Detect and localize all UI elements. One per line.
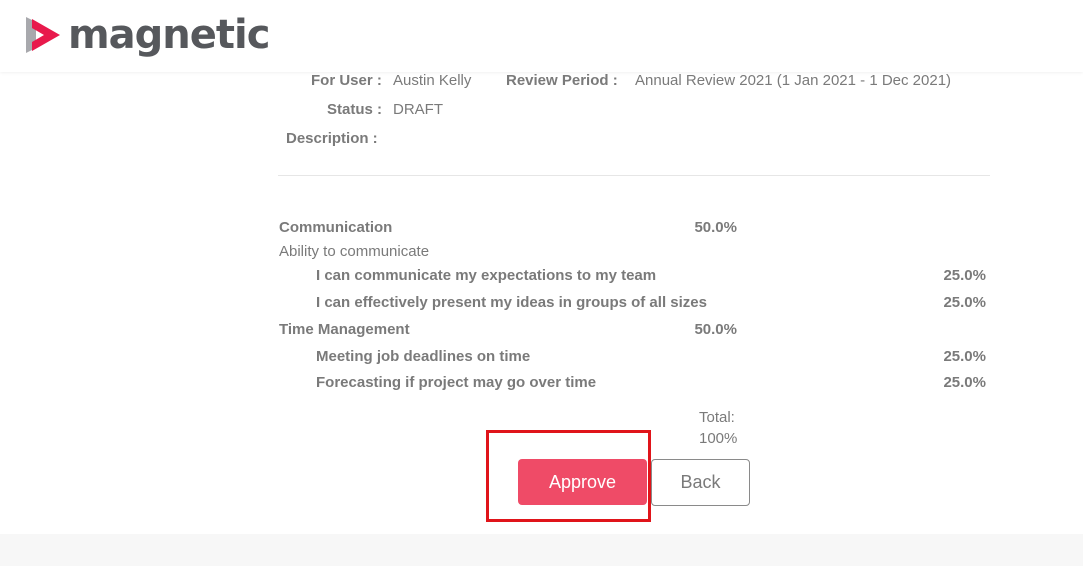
competency-weight: 50.0%	[694, 219, 737, 236]
section-divider	[278, 175, 990, 176]
approve-button[interactable]: Approve	[518, 459, 647, 505]
question-item: Meeting job deadlines on time	[316, 348, 531, 365]
back-button[interactable]: Back	[651, 459, 750, 506]
question-weight: 25.0%	[943, 374, 986, 391]
competency-weight: 50.0%	[694, 321, 737, 338]
competency-description: Ability to communicate	[279, 243, 430, 260]
competency-name: Time Management	[279, 321, 410, 338]
review-period-label: Review Period :	[506, 72, 618, 89]
description-label: Description :	[286, 130, 378, 147]
question-item: Forecasting if project may go over time	[316, 374, 597, 391]
question-item: I can effectively present my ideas in gr…	[316, 294, 707, 311]
question-weight: 25.0%	[943, 294, 986, 311]
question-weight: 25.0%	[943, 267, 986, 284]
status-label: Status :	[327, 101, 383, 118]
question-item: I can communicate my expectations to my …	[316, 267, 657, 284]
status-value: DRAFT	[393, 101, 443, 118]
total-value: 100%	[699, 430, 738, 447]
for-user-value: Austin Kelly	[393, 72, 472, 89]
review-period-value: Annual Review 2021 (1 Jan 2021 - 1 Dec 2…	[635, 72, 952, 89]
for-user-label: For User :	[311, 72, 382, 89]
brand-name: magnetic	[68, 12, 270, 58]
review-content: For User : Austin Kelly Review Period : …	[0, 72, 1083, 534]
app-header: magnetic	[0, 0, 1083, 72]
brand-logo[interactable]: magnetic	[24, 12, 270, 58]
competency-name: Communication	[279, 219, 393, 236]
question-weight: 25.0%	[943, 348, 986, 365]
total-label: Total:	[699, 409, 735, 426]
brand-play-icon	[26, 17, 60, 53]
